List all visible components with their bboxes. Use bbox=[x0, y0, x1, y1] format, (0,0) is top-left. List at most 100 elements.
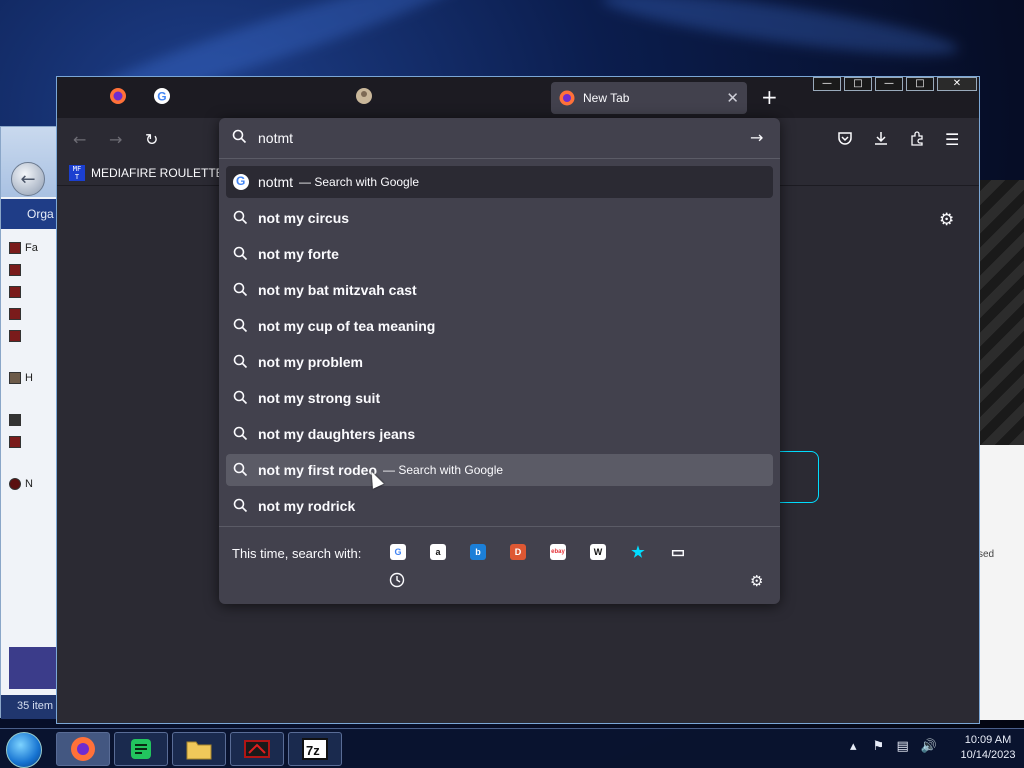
tree-item[interactable] bbox=[9, 281, 59, 303]
forward-arrow-icon[interactable]: → bbox=[109, 130, 122, 149]
explorer-tree: Fa H N bbox=[9, 237, 59, 495]
taskbar: 7z ▴ ⚑ ▤ 🔊 10:09 AM 10/14/2023 bbox=[0, 728, 1024, 768]
close-tab-icon[interactable]: ✕ bbox=[726, 89, 739, 107]
new-tab-button[interactable]: + bbox=[761, 87, 778, 107]
desktop-gadget bbox=[975, 180, 1024, 445]
suggestion-text: not my rodrick bbox=[258, 498, 356, 514]
newtab-settings-icon[interactable]: ⚙ bbox=[939, 210, 954, 230]
notes-app-icon bbox=[131, 739, 151, 759]
suggestion-text: not my cup of tea meaning bbox=[258, 318, 436, 334]
go-arrow-icon[interactable]: → bbox=[750, 128, 763, 147]
back-arrow-icon[interactable]: ← bbox=[73, 130, 86, 149]
tree-item[interactable] bbox=[9, 303, 59, 325]
explorer-nav-bar: ← bbox=[1, 127, 61, 197]
tab-favicon-icon[interactable] bbox=[355, 87, 373, 105]
suggestion-row[interactable]: not my bat mitzvah cast bbox=[226, 274, 773, 306]
address-input[interactable]: notmt bbox=[258, 130, 293, 146]
history-icon[interactable] bbox=[389, 572, 405, 592]
menu-icon[interactable]: ☰ bbox=[945, 130, 959, 149]
suggestion-row[interactable]: not my first rodeo — Search with Google bbox=[226, 454, 773, 486]
search-icon bbox=[232, 129, 247, 148]
show-hidden-icon[interactable]: ▴ bbox=[850, 739, 857, 754]
maximize-button[interactable]: □ bbox=[844, 77, 872, 91]
bookmark-item[interactable]: MF T MEDIAFIRE ROULETTER bbox=[69, 165, 232, 181]
firefox-icon[interactable] bbox=[109, 87, 127, 105]
pocket-icon[interactable] bbox=[837, 130, 853, 150]
search-icon bbox=[233, 210, 248, 228]
background-text: sed bbox=[978, 549, 995, 560]
taskbar-app-button[interactable] bbox=[114, 732, 168, 766]
suggestion-row[interactable]: notmt — Search with Google bbox=[226, 166, 773, 198]
system-tray: ▴ ⚑ ▤ 🔊 bbox=[850, 739, 937, 754]
maximize-button[interactable]: □ bbox=[906, 77, 934, 91]
tab-new-tab[interactable]: New Tab ✕ bbox=[551, 82, 747, 114]
suggestion-action: — Search with Google bbox=[383, 463, 504, 477]
organize-menu[interactable]: Orga bbox=[1, 199, 61, 229]
file-thumbnail[interactable] bbox=[9, 647, 59, 689]
suggestion-text: not my first rodeo bbox=[258, 462, 378, 478]
minimize-button[interactable]: — bbox=[875, 77, 903, 91]
search-icon bbox=[233, 318, 248, 336]
search-settings-icon[interactable]: ⚙ bbox=[750, 572, 763, 590]
explorer-status-bar: 35 item bbox=[1, 695, 61, 719]
back-arrow-icon[interactable]: ← bbox=[11, 162, 45, 196]
google-icon bbox=[233, 174, 249, 190]
google-icon[interactable]: G bbox=[390, 544, 406, 560]
tabs-icon[interactable]: ▭ bbox=[670, 544, 686, 561]
volume-icon[interactable]: 🔊 bbox=[921, 739, 937, 754]
firefox-icon bbox=[71, 737, 95, 761]
suggestion-row[interactable]: not my strong suit bbox=[226, 382, 773, 414]
tree-item[interactable] bbox=[9, 259, 59, 281]
tree-item[interactable] bbox=[9, 325, 59, 347]
tree-item[interactable]: N bbox=[9, 473, 59, 495]
suggestion-row[interactable]: not my rodrick bbox=[226, 490, 773, 522]
download-icon[interactable] bbox=[873, 130, 889, 150]
suggestion-row[interactable]: not my circus bbox=[226, 202, 773, 234]
duckduckgo-icon[interactable]: D bbox=[510, 544, 526, 560]
tree-item[interactable]: H bbox=[9, 367, 59, 389]
suggestion-text: not my circus bbox=[258, 210, 350, 226]
google-icon[interactable]: G bbox=[153, 87, 171, 105]
svg-text:G: G bbox=[157, 90, 166, 104]
folder-icon bbox=[9, 264, 21, 276]
amazon-icon[interactable]: a bbox=[430, 544, 446, 560]
tree-item[interactable]: Fa bbox=[9, 237, 59, 259]
extensions-icon[interactable] bbox=[909, 130, 925, 150]
suggestion-text: not my bat mitzvah cast bbox=[258, 282, 417, 298]
suggestion-row[interactable]: not my problem bbox=[226, 346, 773, 378]
network-icon[interactable]: ▤ bbox=[896, 739, 908, 754]
close-window-button[interactable]: ✕ bbox=[937, 77, 977, 91]
homegroup-icon bbox=[9, 372, 21, 384]
search-icon bbox=[233, 426, 248, 444]
suggestion-row[interactable]: not my daughters jeans bbox=[226, 418, 773, 450]
search-icon bbox=[233, 246, 248, 264]
taskbar-app-button[interactable] bbox=[230, 732, 284, 766]
action-center-flag-icon[interactable]: ⚑ bbox=[873, 739, 885, 754]
reload-icon[interactable]: ↻ bbox=[145, 130, 158, 149]
wikipedia-icon[interactable]: W bbox=[590, 544, 606, 560]
7zip-icon: 7z bbox=[302, 738, 328, 760]
suggestion-row[interactable]: not my forte bbox=[226, 238, 773, 270]
taskbar-explorer-button[interactable] bbox=[172, 732, 226, 766]
clock[interactable]: 10:09 AM 10/14/2023 bbox=[956, 733, 1020, 763]
urlbar-popup: notmt → notmt— Search with Googlenot my … bbox=[219, 118, 780, 604]
explorer-window: ← Orga Fa H N 35 item bbox=[0, 126, 61, 719]
tab-strip: G New Tab ✕ + — □ — □ ✕ bbox=[57, 77, 979, 118]
bookmarks-star-icon[interactable]: ★ bbox=[630, 544, 646, 561]
start-button[interactable] bbox=[6, 732, 42, 768]
taskbar-7zip-button[interactable]: 7z bbox=[288, 732, 342, 766]
network-icon bbox=[9, 478, 21, 490]
bookmark-label: MEDIAFIRE ROULETTER bbox=[91, 166, 233, 180]
divider bbox=[219, 526, 780, 527]
divider bbox=[219, 158, 780, 159]
bing-icon[interactable]: b bbox=[470, 544, 486, 560]
address-bar[interactable]: notmt → bbox=[219, 118, 780, 158]
ebay-icon[interactable]: ebay bbox=[550, 544, 566, 560]
tree-item[interactable] bbox=[9, 409, 59, 431]
clock-time: 10:09 AM bbox=[964, 734, 1012, 746]
tree-item[interactable] bbox=[9, 431, 59, 453]
minimize-button[interactable]: — bbox=[813, 77, 841, 91]
suggestion-row[interactable]: not my cup of tea meaning bbox=[226, 310, 773, 342]
taskbar-firefox-button[interactable] bbox=[56, 732, 110, 766]
suggestion-action: — Search with Google bbox=[299, 175, 420, 189]
